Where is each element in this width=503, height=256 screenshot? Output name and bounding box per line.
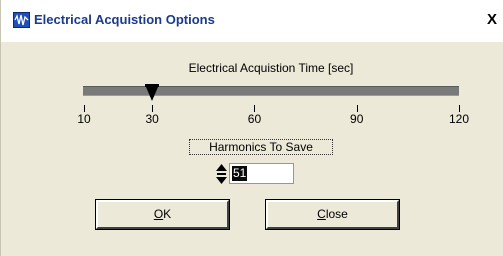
electrical-acquisition-options-dialog: Electrical Acquistion Options X Electric… [0, 0, 503, 256]
slider-tick-label: 90 [350, 112, 364, 126]
window-title: Electrical Acquistion Options [34, 12, 215, 27]
slider-tick-mark [152, 105, 154, 112]
up-down-spinner-icon[interactable] [215, 163, 228, 185]
acquisition-time-slider-track[interactable] [83, 86, 459, 96]
harmonics-to-save-label: Harmonics To Save [189, 139, 333, 155]
close-button-label-rest: lose [325, 207, 348, 221]
waveform-icon [13, 12, 30, 28]
slider-tick-label: 10 [77, 112, 91, 126]
ok-button[interactable]: OK [96, 200, 229, 229]
title-bar[interactable]: Electrical Acquistion Options X [1, 0, 503, 42]
ok-button-access-key: O [153, 207, 164, 221]
acquisition-time-label: Electrical Acquistion Time [sec] [188, 61, 354, 75]
slider-tick-mark [459, 105, 460, 112]
slider-tick-label: 60 [247, 112, 262, 126]
close-button-access-key: C [317, 207, 326, 221]
slider-tick-label: 30 [145, 112, 159, 126]
close-button[interactable]: Close [266, 200, 399, 229]
slider-tick-mark [84, 105, 85, 112]
slider-tick-mark [254, 105, 256, 112]
harmonics-value: 51 [232, 166, 248, 181]
harmonics-input[interactable]: 51 [229, 163, 294, 184]
ok-button-label-rest: K [163, 207, 172, 221]
slider-tick-label: 120 [448, 112, 470, 126]
close-window-button[interactable]: X [487, 12, 497, 28]
slider-thumb-icon[interactable] [145, 84, 160, 101]
slider-tick-mark [356, 105, 358, 112]
